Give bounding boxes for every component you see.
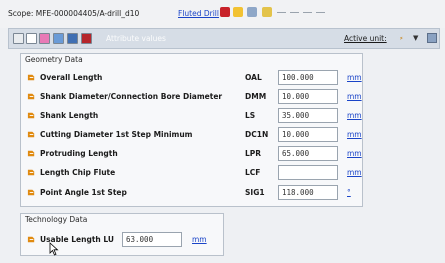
row-point-angle: Point Angle 1st Step SIG1 118.000 ° <box>21 184 362 202</box>
active-unit-value[interactable]: ⸗ <box>400 33 403 42</box>
point-angle-input[interactable]: 118.000 <box>278 185 338 200</box>
unit-link[interactable]: mm <box>347 111 362 120</box>
attribute-values-label: Attribute values <box>106 34 166 43</box>
row-shank-length: Shank Length LS 35.000 mm <box>21 107 362 125</box>
folder-arrow-icon <box>27 74 35 81</box>
picture-icon[interactable] <box>67 33 78 44</box>
field-abbr: LPR <box>245 149 262 158</box>
field-abbr: OAL <box>245 73 262 82</box>
shank-length-input[interactable]: 35.000 <box>278 108 338 123</box>
field-abbr: DMM <box>245 92 267 101</box>
folder-arrow-icon <box>27 93 35 100</box>
geometry-data-group: Geometry Data Overall Length OAL 100.000… <box>20 53 363 207</box>
image-icon[interactable] <box>53 33 64 44</box>
usable-length-input[interactable]: 63.000 <box>122 232 182 247</box>
book-icon[interactable] <box>81 33 92 44</box>
field-label: Overall Length <box>40 73 103 82</box>
chart-icon[interactable] <box>247 7 257 17</box>
group-title: Geometry Data <box>25 55 83 64</box>
row-overall-length: Overall Length OAL 100.000 mm <box>21 69 362 87</box>
unit-link[interactable]: mm <box>347 73 362 82</box>
shank-diameter-input[interactable]: 10.000 <box>278 89 338 104</box>
folder-arrow-icon <box>27 150 35 157</box>
cutting-diameter-input[interactable]: 10.000 <box>278 127 338 142</box>
unit-link[interactable]: mm <box>347 149 362 158</box>
row-protruding-length: Protruding Length LPR 65.000 mm <box>21 145 362 163</box>
table-icon[interactable] <box>26 33 37 44</box>
row-shank-diameter: Shank Diameter/Connection Bore Diameter … <box>21 88 362 106</box>
attribute-toolbar: Attribute values Active unit: ⸗ ▼ <box>8 28 440 49</box>
flag-icon[interactable] <box>262 7 272 17</box>
field-abbr: LCF <box>245 168 261 177</box>
color-icon[interactable] <box>39 33 50 44</box>
toolbar-separator <box>290 12 299 13</box>
settings-icon[interactable] <box>427 33 437 43</box>
toolbar-separator <box>277 12 286 13</box>
field-abbr: SIG1 <box>245 188 265 197</box>
folder-arrow-icon <box>27 131 35 138</box>
chevron-down-icon[interactable]: ▼ <box>413 34 418 42</box>
row-length-chip-flute: Length Chip Flute LCF mm <box>21 164 362 182</box>
field-label: Shank Length <box>40 111 99 120</box>
scope-label: Scope: MFE-000004405/A-drill_d10 <box>8 9 140 18</box>
length-chip-flute-input[interactable] <box>278 165 338 180</box>
red-tool-icon[interactable] <box>220 7 230 17</box>
toolbar-separator <box>316 12 325 13</box>
unit-link[interactable]: mm <box>347 92 362 101</box>
unit-link[interactable]: mm <box>347 168 362 177</box>
group-title: Technology Data <box>25 215 88 224</box>
folder-arrow-icon <box>27 112 35 119</box>
field-abbr: DC1N <box>245 130 269 139</box>
field-label: Cutting Diameter 1st Step Minimum <box>40 130 193 139</box>
field-abbr: LS <box>245 111 256 120</box>
toolbar-separator <box>303 12 312 13</box>
help-icon[interactable] <box>233 7 243 17</box>
field-label: Protruding Length <box>40 149 118 158</box>
scope-bar: Scope: MFE-000004405/A-drill_d10 Fluted … <box>0 0 445 28</box>
unit-link[interactable]: ° <box>347 188 351 197</box>
row-cutting-diameter: Cutting Diameter 1st Step Minimum DC1N 1… <box>21 126 362 144</box>
mouse-pointer-icon <box>49 242 59 256</box>
protruding-length-input[interactable]: 65.000 <box>278 146 338 161</box>
overall-length-input[interactable]: 100.000 <box>278 70 338 85</box>
active-unit-label[interactable]: Active unit: <box>344 34 387 43</box>
folder-arrow-icon <box>27 169 35 176</box>
unit-link[interactable]: mm <box>192 235 207 244</box>
field-label: Length Chip Flute <box>40 168 116 177</box>
scope-link-fluted-drill[interactable]: Fluted Drill <box>178 9 219 18</box>
folder-arrow-icon <box>27 189 35 196</box>
unit-link[interactable]: mm <box>347 130 362 139</box>
field-label: Point Angle 1st Step <box>40 188 127 197</box>
edit-icon[interactable] <box>13 33 24 44</box>
field-label: Shank Diameter/Connection Bore Diameter <box>40 92 223 101</box>
folder-arrow-icon <box>27 236 35 243</box>
